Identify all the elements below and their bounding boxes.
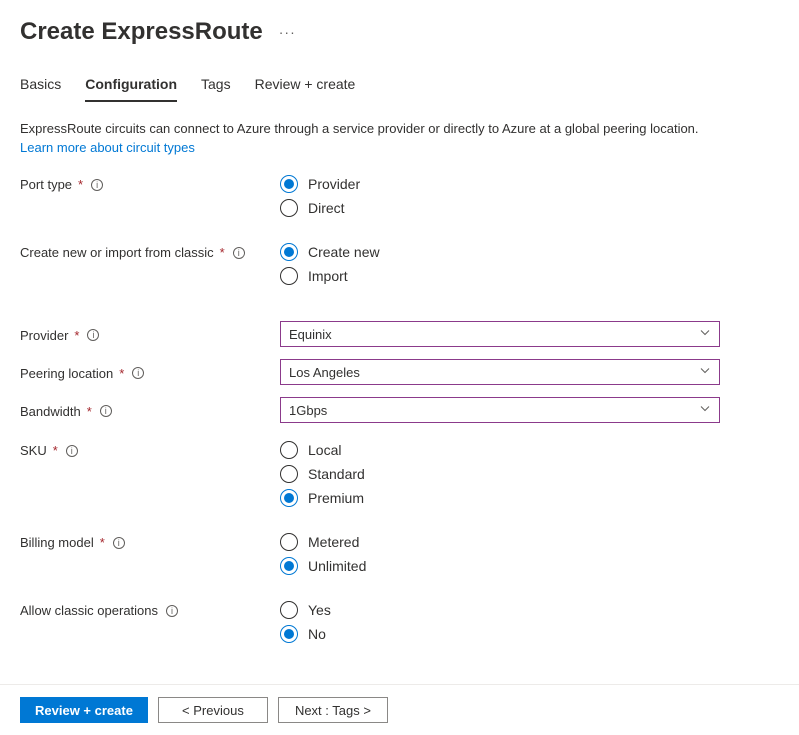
bandwidth-select[interactable]: 1Gbps <box>280 397 720 423</box>
footer-bar: Review + create < Previous Next : Tags > <box>0 684 799 735</box>
info-icon[interactable]: i <box>113 537 125 549</box>
classic-ops-label: Allow classic operations <box>20 603 158 618</box>
info-icon[interactable]: i <box>233 247 245 259</box>
required-indicator: * <box>87 404 92 419</box>
peering-location-label: Peering location <box>20 366 113 381</box>
tab-configuration[interactable]: Configuration <box>85 76 177 102</box>
radio-icon <box>280 625 298 643</box>
more-icon[interactable]: ··· <box>279 24 296 40</box>
radio-icon <box>280 465 298 483</box>
required-indicator: * <box>119 366 124 381</box>
radio-icon <box>280 175 298 193</box>
required-indicator: * <box>220 245 225 260</box>
port-type-radio-group: Provider Direct <box>280 175 720 217</box>
tab-tags[interactable]: Tags <box>201 76 231 102</box>
radio-label: Yes <box>308 602 331 618</box>
radio-label: Metered <box>308 534 359 550</box>
billing-unlimited-radio[interactable]: Unlimited <box>280 557 720 575</box>
tab-review[interactable]: Review + create <box>255 76 356 102</box>
required-indicator: * <box>53 443 58 458</box>
radio-label: Standard <box>308 466 365 482</box>
required-indicator: * <box>78 177 83 192</box>
page-title: Create ExpressRoute <box>20 18 263 46</box>
sku-radio-group: Local Standard Premium <box>280 441 720 507</box>
sku-premium-radio[interactable]: Premium <box>280 489 720 507</box>
info-icon[interactable]: i <box>132 367 144 379</box>
provider-select[interactable]: Equinix <box>280 321 720 347</box>
billing-model-label: Billing model <box>20 535 94 550</box>
sku-standard-radio[interactable]: Standard <box>280 465 720 483</box>
chevron-down-icon <box>699 365 711 380</box>
import-radio[interactable]: Import <box>280 267 720 285</box>
create-new-radio[interactable]: Create new <box>280 243 720 261</box>
description-text: ExpressRoute circuits can connect to Azu… <box>20 120 779 138</box>
radio-icon <box>280 601 298 619</box>
select-value: 1Gbps <box>289 403 327 418</box>
radio-icon <box>280 243 298 261</box>
classic-no-radio[interactable]: No <box>280 625 720 643</box>
radio-label: Unlimited <box>308 558 366 574</box>
billing-metered-radio[interactable]: Metered <box>280 533 720 551</box>
select-value: Equinix <box>289 327 332 342</box>
radio-icon <box>280 533 298 551</box>
radio-icon <box>280 267 298 285</box>
port-type-direct-radio[interactable]: Direct <box>280 199 720 217</box>
create-import-label: Create new or import from classic <box>20 245 214 260</box>
radio-label: Import <box>308 268 348 284</box>
previous-button[interactable]: < Previous <box>158 697 268 723</box>
radio-label: Direct <box>308 200 345 216</box>
chevron-down-icon <box>699 403 711 418</box>
info-icon[interactable]: i <box>87 329 99 341</box>
radio-icon <box>280 199 298 217</box>
radio-icon <box>280 489 298 507</box>
radio-label: Premium <box>308 490 364 506</box>
radio-icon <box>280 441 298 459</box>
sku-label: SKU <box>20 443 47 458</box>
tab-basics[interactable]: Basics <box>20 76 61 102</box>
info-icon[interactable]: i <box>166 605 178 617</box>
tabs: Basics Configuration Tags Review + creat… <box>20 76 779 102</box>
radio-label: Provider <box>308 176 360 192</box>
peering-location-select[interactable]: Los Angeles <box>280 359 720 385</box>
info-icon[interactable]: i <box>91 179 103 191</box>
port-type-provider-radio[interactable]: Provider <box>280 175 720 193</box>
billing-model-radio-group: Metered Unlimited <box>280 533 720 575</box>
provider-label: Provider <box>20 328 68 343</box>
next-button[interactable]: Next : Tags > <box>278 697 388 723</box>
classic-ops-radio-group: Yes No <box>280 601 720 643</box>
sku-local-radio[interactable]: Local <box>280 441 720 459</box>
chevron-down-icon <box>699 327 711 342</box>
required-indicator: * <box>74 328 79 343</box>
radio-label: No <box>308 626 326 642</box>
select-value: Los Angeles <box>289 365 360 380</box>
learn-more-link[interactable]: Learn more about circuit types <box>20 140 195 155</box>
create-import-radio-group: Create new Import <box>280 243 720 285</box>
info-icon[interactable]: i <box>66 445 78 457</box>
info-icon[interactable]: i <box>100 405 112 417</box>
bandwidth-label: Bandwidth <box>20 404 81 419</box>
classic-yes-radio[interactable]: Yes <box>280 601 720 619</box>
radio-label: Create new <box>308 244 380 260</box>
required-indicator: * <box>100 535 105 550</box>
port-type-label: Port type <box>20 177 72 192</box>
radio-label: Local <box>308 442 341 458</box>
review-create-button[interactable]: Review + create <box>20 697 148 723</box>
radio-icon <box>280 557 298 575</box>
